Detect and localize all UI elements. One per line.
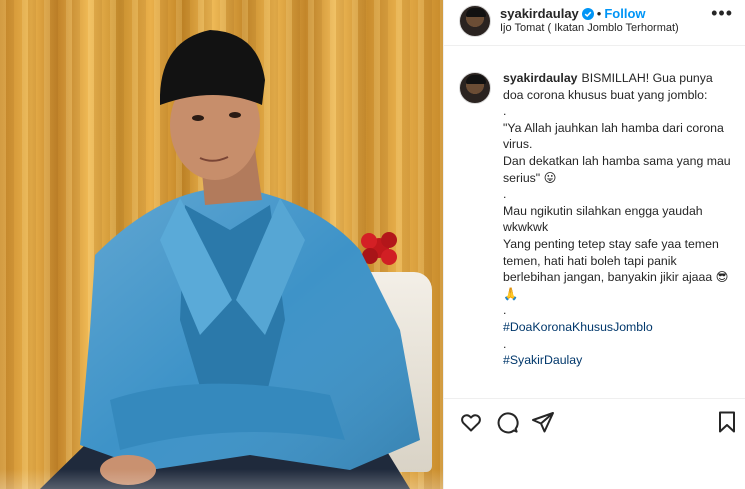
caption-dot: . — [503, 336, 507, 351]
caption-username[interactable]: syakirdaulay — [503, 71, 578, 85]
separator-dot: • — [596, 6, 602, 21]
header-username[interactable]: syakirdaulay — [500, 6, 579, 21]
caption-line: Yang penting tetep stay safe yaa temen t… — [503, 236, 729, 301]
heart-icon[interactable] — [459, 410, 483, 434]
photo-bottom-fade — [0, 469, 443, 489]
comment-icon[interactable] — [495, 410, 519, 434]
caption-avatar[interactable] — [459, 72, 491, 104]
hashtag-link[interactable]: #DoaKoronaKhususJomblo — [503, 319, 735, 336]
post-photo[interactable] — [0, 0, 443, 489]
instagram-post: syakirdaulay • Follow Ijo Tomat ( Ikatan J… — [0, 0, 745, 489]
post-header: syakirdaulay • Follow Ijo Tomat ( Ikatan J… — [444, 0, 745, 46]
caption-dot: . — [503, 303, 507, 318]
more-options-icon[interactable]: ••• — [711, 4, 733, 22]
avatar[interactable] — [459, 5, 491, 37]
person-figure — [40, 30, 420, 489]
caption-dot: . — [503, 104, 507, 119]
caption-line: Mau ngikutin silahkan engga yaudah wkwkw… — [503, 203, 703, 235]
caption-text: syakirdaulay BISMILLAH! Gua punya doa cor… — [503, 70, 735, 369]
location-link[interactable]: Ijo Tomat ( Ikatan Jomblo Terhormat) — [500, 22, 679, 34]
caption-line: "Ya Allah jauhkan lah hamba dari corona … — [503, 120, 724, 152]
header-user-line: syakirdaulay • Follow — [500, 6, 646, 21]
hashtag-link[interactable]: #SyakirDaulay — [503, 352, 735, 369]
bookmark-icon[interactable] — [715, 410, 739, 434]
action-bar — [444, 398, 745, 442]
verified-badge-icon — [581, 8, 594, 20]
caption-dot: . — [503, 187, 507, 202]
paper-plane-icon[interactable] — [531, 410, 555, 434]
follow-button[interactable]: Follow — [604, 6, 645, 21]
caption-line: Dan dekatkan lah hamba sama yang mau ser… — [503, 153, 731, 185]
post-side-panel: syakirdaulay • Follow Ijo Tomat ( Ikatan J… — [444, 0, 745, 489]
